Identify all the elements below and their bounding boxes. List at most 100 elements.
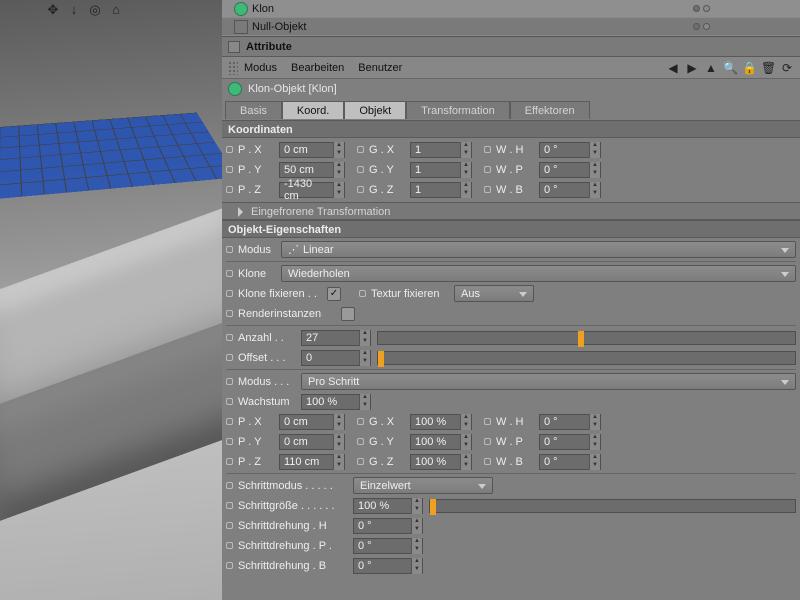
right-panel: Klon Null-Objekt Attribute Modus Bearbei… (222, 0, 800, 600)
attribute-close-icon[interactable] (228, 41, 240, 53)
w-field[interactable]: 0 °▲▼ (539, 182, 601, 198)
offset-slider[interactable] (377, 351, 796, 365)
p-label: P . Z (238, 456, 276, 468)
anzahl-slider[interactable] (377, 331, 796, 345)
tab-bar: Basis Koord. Objekt Transformation Effek… (225, 101, 797, 120)
object-title-row: Klon-Objekt [Klon] (222, 79, 800, 99)
menu-modus[interactable]: Modus (244, 62, 277, 74)
tab-effektoren[interactable]: Effektoren (510, 101, 590, 119)
nav-back-icon[interactable]: ◀ (666, 61, 680, 75)
g-field[interactable]: 1▲▼ (410, 182, 472, 198)
grip-icon[interactable] (228, 61, 238, 75)
viewport-3d[interactable]: ✥ ↓ ◎ ⌂ (0, 0, 222, 600)
search-icon[interactable]: 🔍 (723, 61, 737, 75)
w-field[interactable]: 0 °▲▼ (539, 142, 601, 158)
schrittdreh-p-field[interactable]: 0 °▲▼ (353, 538, 423, 554)
w-label: W . B (496, 456, 536, 468)
g-field[interactable]: 100 %▲▼ (410, 434, 472, 450)
g-label: G . Z (369, 184, 407, 196)
nav-up-icon[interactable]: ▲ (704, 61, 718, 75)
w-field[interactable]: 0 °▲▼ (539, 162, 601, 178)
object-row-null[interactable]: Null-Objekt (222, 18, 800, 36)
modus2-label: Modus . . . (238, 376, 298, 388)
attribute-title: Attribute (246, 41, 292, 53)
coord-props: P . X0 cm▲▼G . X1▲▼W . H0 °▲▼P . Y50 cm▲… (222, 138, 800, 202)
p-label: P . Z (238, 184, 276, 196)
schrittdreh-h-label: Schrittdrehung . H (238, 520, 350, 532)
offset-field[interactable]: 0▲▼ (301, 350, 371, 366)
trash-icon[interactable]: 🗑 (761, 61, 775, 75)
menu-benutzer[interactable]: Benutzer (358, 62, 402, 74)
attribute-menu: Modus Bearbeiten Benutzer ◀ ▶ ▲ 🔍 🔒 🗑 ⟳ (222, 57, 800, 79)
w-field[interactable]: 0 °▲▼ (539, 454, 601, 470)
orbit-icon[interactable]: ◎ (87, 2, 103, 18)
p-label: P . Y (238, 436, 276, 448)
schrittgroesse-slider[interactable] (429, 499, 796, 513)
tab-basis[interactable]: Basis (225, 101, 282, 119)
schrittdreh-b-label: Schrittdrehung . B (238, 560, 350, 572)
schrittmodus-dropdown[interactable]: Einzelwert (353, 477, 493, 494)
g-field[interactable]: 100 %▲▼ (410, 414, 472, 430)
g-field[interactable]: 100 %▲▼ (410, 454, 472, 470)
g-label: G . Y (369, 436, 407, 448)
schrittdreh-h-field[interactable]: 0 °▲▼ (353, 518, 423, 534)
object-label: Null-Objekt (252, 21, 306, 33)
tab-transformation[interactable]: Transformation (406, 101, 510, 119)
schrittdreh-b-field[interactable]: 0 °▲▼ (353, 558, 423, 574)
g-field[interactable]: 1▲▼ (410, 162, 472, 178)
w-field[interactable]: 0 °▲▼ (539, 434, 601, 450)
schrittgroesse-field[interactable]: 100 %▲▼ (353, 498, 423, 514)
klone-dropdown[interactable]: Wiederholen (281, 265, 796, 282)
w-label: W . B (496, 184, 536, 196)
p-field[interactable]: 50 cm▲▼ (279, 162, 345, 178)
textur-fix-dropdown[interactable]: Aus (454, 285, 534, 302)
anzahl-field[interactable]: 27▲▼ (301, 330, 371, 346)
p-field[interactable]: 0 cm▲▼ (279, 414, 345, 430)
klone-fix-checkbox[interactable]: ✓ (327, 287, 341, 301)
move-icon[interactable]: ✥ (45, 2, 61, 18)
w-label: W . H (496, 144, 536, 156)
anzahl-label: Anzahl . . (238, 332, 298, 344)
g-label: G . X (369, 416, 407, 428)
klone-fix-label: Klone fixieren . . (238, 288, 324, 300)
section-koordinaten[interactable]: Koordinaten (222, 120, 800, 138)
w-label: W . P (496, 164, 536, 176)
p-field[interactable]: -1430 cm▲▼ (279, 182, 345, 198)
p-field[interactable]: 110 cm▲▼ (279, 454, 345, 470)
tab-koord[interactable]: Koord. (282, 101, 344, 119)
floor-grid (0, 113, 222, 203)
section-objekt-eigenschaften[interactable]: Objekt-Eigenschaften (222, 220, 800, 238)
p-label: P . X (238, 416, 276, 428)
g-field[interactable]: 1▲▼ (410, 142, 472, 158)
p-field[interactable]: 0 cm▲▼ (279, 434, 345, 450)
cloner-icon (234, 2, 248, 16)
refresh-icon[interactable]: ⟳ (780, 61, 794, 75)
null-icon (234, 20, 248, 34)
p-field[interactable]: 0 cm▲▼ (279, 142, 345, 158)
modus2-dropdown[interactable]: Pro Schritt (301, 373, 796, 390)
menu-bearbeiten[interactable]: Bearbeiten (291, 62, 344, 74)
g-label: G . Z (369, 456, 407, 468)
objprops: Modus ⋰Linear Klone Wiederholen Klone fi… (222, 238, 800, 578)
p-label: P . X (238, 144, 276, 156)
schrittgroesse-label: Schrittgröße . . . . . . (238, 500, 350, 512)
attribute-header: Attribute (222, 37, 800, 57)
section-frozen[interactable]: Eingefrorene Transformation (222, 202, 800, 220)
tab-objekt[interactable]: Objekt (344, 101, 406, 119)
w-label: W . H (496, 416, 536, 428)
object-list[interactable]: Klon Null-Objekt (222, 0, 800, 37)
down-icon[interactable]: ↓ (66, 2, 82, 18)
w-field[interactable]: 0 °▲▼ (539, 414, 601, 430)
renderinst-checkbox[interactable] (341, 307, 355, 321)
modus-dropdown[interactable]: ⋰Linear (281, 241, 796, 258)
object-row-klon[interactable]: Klon (222, 0, 800, 18)
object-title: Klon-Objekt [Klon] (248, 83, 337, 95)
klone-label: Klone (238, 268, 278, 280)
w-label: W . P (496, 436, 536, 448)
lock-icon[interactable]: 🔒 (742, 61, 756, 75)
home-icon[interactable]: ⌂ (108, 2, 124, 18)
g-label: G . Y (369, 164, 407, 176)
wachstum-field[interactable]: 100 %▲▼ (301, 394, 371, 410)
cloner-icon (228, 82, 242, 96)
nav-fwd-icon[interactable]: ▶ (685, 61, 699, 75)
